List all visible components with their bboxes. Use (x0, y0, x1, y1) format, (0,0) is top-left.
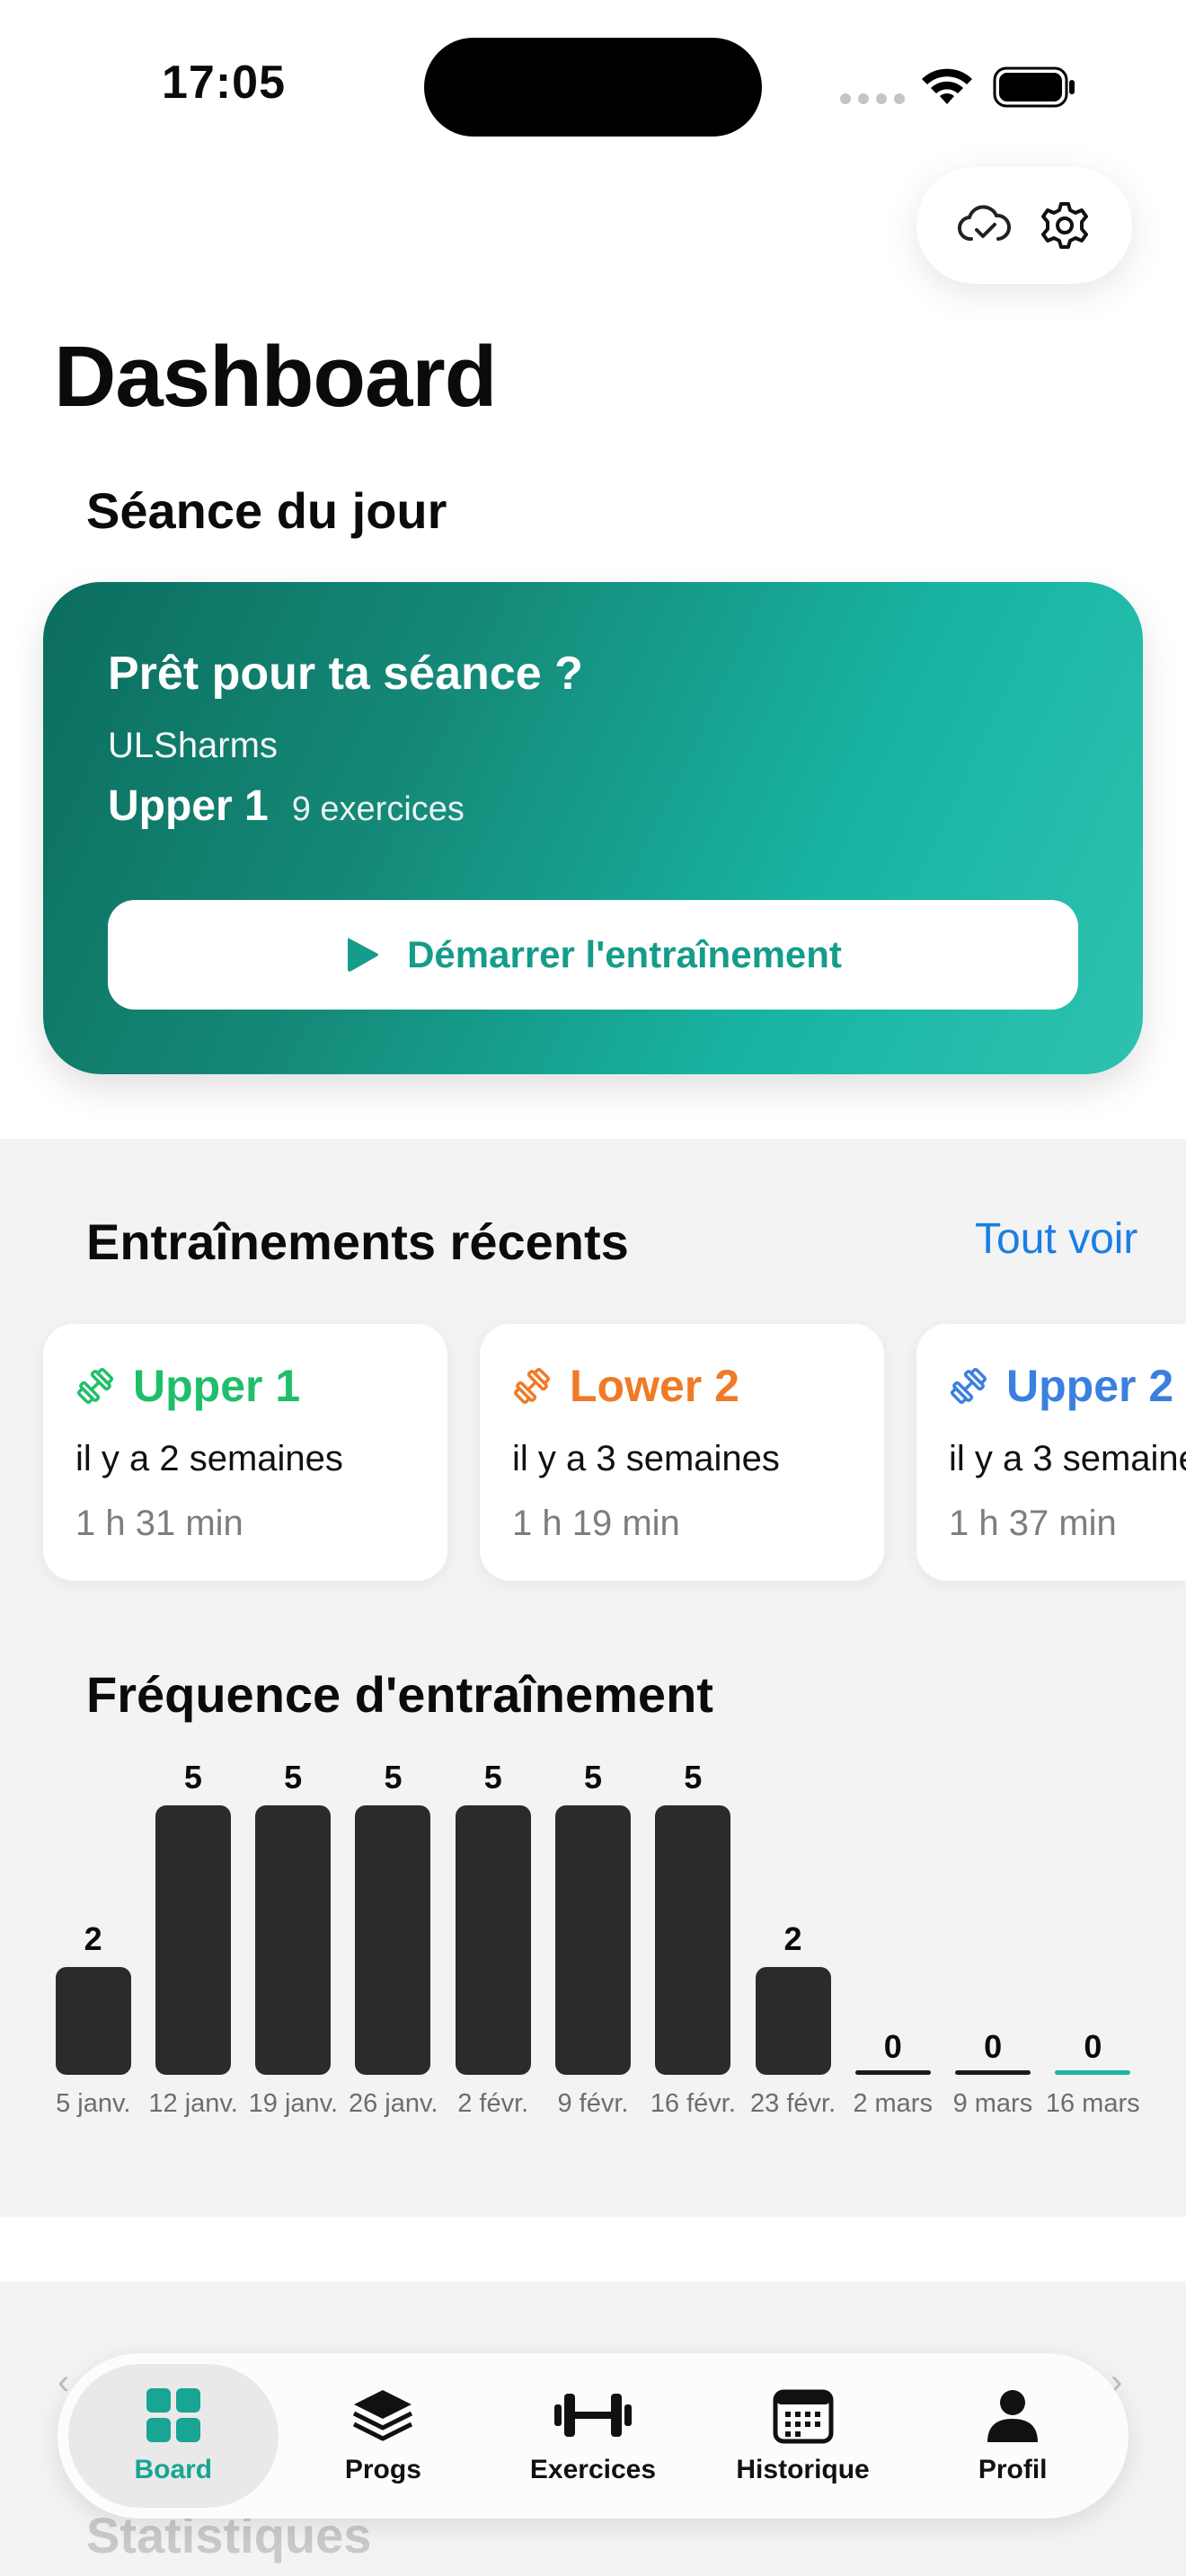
frequency-chart: 2 5 janv. 5 12 janv. 5 19 janv. 5 26 janv. 5 2 fé… (43, 1759, 1143, 2138)
chart-tick-label: 2 mars (853, 2089, 933, 2118)
tab-label: Profil (978, 2455, 1048, 2484)
recent-workout-date: il y a 3 semaines (949, 1439, 1186, 1478)
program-name: ULSharms (108, 726, 278, 765)
today-section-title: Séance du jour (86, 482, 447, 539)
battery-icon (993, 66, 1075, 108)
chart-value-label: 5 (483, 1759, 502, 1795)
recent-workout-card[interactable]: Lower 2 il y a 3 semaines 1 h 19 min (480, 1324, 884, 1581)
chart-value-label: 5 (284, 1759, 303, 1795)
status-bar: 17:05 (0, 0, 1186, 171)
dumbbell-icon (76, 1367, 114, 1405)
dynamic-island (424, 38, 762, 137)
layers-icon (353, 2390, 413, 2441)
chart-bar (355, 1805, 431, 2075)
chart-tick-label: 12 janv. (148, 2089, 238, 2118)
chart-value-label: 0 (1084, 2028, 1102, 2065)
gear-icon[interactable] (1036, 197, 1093, 254)
chart-tick-label: 26 janv. (348, 2089, 438, 2118)
chart-tick-label: 5 janv. (56, 2089, 131, 2118)
chart-bar (155, 1805, 231, 2075)
chart-value-label: 0 (883, 2028, 902, 2065)
frequency-section-title: Fréquence d'entraînement (86, 1666, 713, 1723)
chart-value-label: 5 (583, 1759, 603, 1795)
tab-label: Board (134, 2455, 213, 2484)
cloud-sync-icon[interactable] (955, 197, 1013, 254)
recent-workout-date: il y a 3 semaines (512, 1439, 780, 1478)
chart-tick-label: 19 janv. (248, 2089, 339, 2118)
chart-bar (1055, 2070, 1131, 2075)
tab-bar: Board Progs Exercices Historique Profil (58, 2353, 1128, 2519)
header-actions (916, 167, 1132, 284)
exercise-count: 9 exercices (291, 790, 465, 828)
person-icon (987, 2390, 1039, 2442)
chart-value-label: 5 (384, 1759, 403, 1795)
recent-workout-name: Upper 2 (1006, 1361, 1174, 1411)
tab-exercises[interactable]: Exercices (488, 2364, 698, 2508)
grid-icon (146, 2388, 200, 2442)
chart-bar (555, 1805, 631, 2075)
chart-tick-label: 16 mars (1045, 2089, 1140, 2118)
cellular-icon (840, 93, 905, 104)
play-icon (348, 938, 379, 972)
recent-workout-date: il y a 2 semaines (75, 1439, 343, 1478)
chart-bar (55, 1967, 131, 2075)
chart-bar (955, 2070, 1031, 2075)
recent-workout-card[interactable]: Upper 2 il y a 3 semaines 1 h 37 min (916, 1324, 1186, 1581)
workout-name: Upper 1 (108, 782, 269, 830)
dumbbell-icon (553, 2394, 632, 2437)
chart-value-label: 2 (783, 1920, 802, 1957)
recent-workout-card[interactable]: Upper 1 il y a 2 semaines 1 h 31 min (43, 1324, 447, 1581)
chart-tick-label: 23 févr. (750, 2089, 836, 2118)
wifi-icon (922, 68, 972, 104)
dumbbell-icon (950, 1367, 987, 1405)
see-all-link[interactable]: Tout voir (975, 1214, 1137, 1264)
chart-tick-label: 2 févr. (457, 2089, 529, 2118)
chart-value-label: 2 (84, 1920, 102, 1957)
recent-workout-name: Lower 2 (570, 1361, 739, 1411)
chart-tick-label: 16 févr. (650, 2089, 736, 2118)
chart-tick-label: 9 mars (952, 2089, 1033, 2118)
recent-workout-duration: 1 h 19 min (512, 1504, 680, 1543)
chart-value-label: 5 (183, 1759, 202, 1795)
dumbbell-icon (513, 1367, 551, 1405)
chart-bar (255, 1805, 332, 2075)
today-card-title: Prêt pour ta séance ? (108, 648, 583, 700)
tab-progs[interactable]: Progs (279, 2364, 489, 2508)
tab-label: Exercices (529, 2455, 657, 2484)
recent-workout-duration: 1 h 31 min (75, 1504, 243, 1543)
recent-section-title: Entraînements récents (86, 1213, 629, 1270)
chart-bar (655, 1805, 731, 2075)
tab-label: Progs (344, 2455, 421, 2484)
page-title: Dashboard (54, 329, 497, 425)
tab-profile[interactable]: Profil (907, 2364, 1118, 2508)
today-workout-card: Prêt pour ta séance ? ULSharms Upper 1 9… (43, 582, 1143, 1074)
tab-history[interactable]: Historique (698, 2364, 908, 2508)
chart-value-label: 5 (684, 1759, 703, 1795)
recent-workout-duration: 1 h 37 min (949, 1504, 1117, 1543)
chart-bar (755, 1967, 831, 2075)
tab-label: Historique (736, 2455, 870, 2484)
chart-tick-label: 9 févr. (557, 2089, 629, 2118)
recent-workout-name: Upper 1 (133, 1361, 301, 1411)
start-workout-button[interactable]: Démarrer l'entraînement (108, 900, 1078, 1010)
start-workout-label: Démarrer l'entraînement (407, 933, 842, 975)
section-divider (0, 2217, 1186, 2281)
chart-bar (854, 2070, 931, 2075)
tab-board[interactable]: Board (68, 2364, 279, 2508)
calendar-icon (773, 2389, 834, 2444)
chart-bar (455, 1805, 531, 2075)
status-time: 17:05 (162, 57, 286, 109)
chart-value-label: 0 (984, 2028, 1003, 2065)
workout-row: Upper 1 9 exercices (108, 781, 465, 831)
